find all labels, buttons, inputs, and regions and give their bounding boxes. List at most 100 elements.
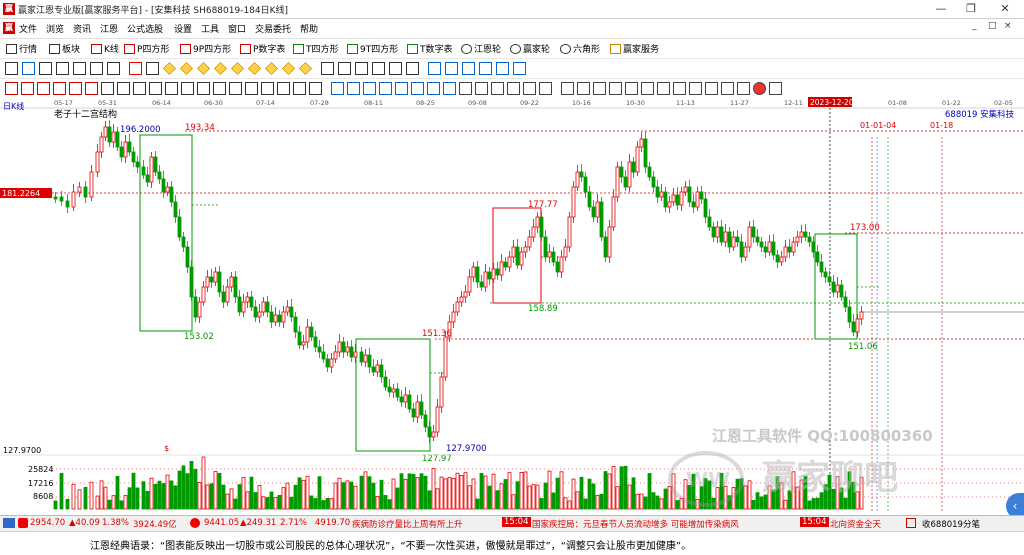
draw-tool-14-icon[interactable] [231, 62, 244, 75]
draw-tool-24-icon[interactable] [406, 62, 419, 75]
analysis-tool-44-icon[interactable] [705, 82, 718, 95]
draw-tool-30-icon[interactable] [513, 62, 526, 75]
news-ticker-2[interactable]: 国家疾控局：元旦春节人员流动增多 可能增加传染病风 [532, 518, 739, 530]
maximize-button[interactable]: ❐ [956, 0, 986, 18]
alert-icon[interactable] [906, 518, 916, 528]
analysis-tool-34-icon[interactable] [539, 82, 552, 95]
draw-tool-4-icon[interactable] [56, 62, 69, 75]
draw-tool-9-icon[interactable] [146, 62, 159, 75]
analysis-tool-18-icon[interactable] [277, 82, 290, 95]
draw-tool-19-icon[interactable] [321, 62, 334, 75]
toolbar-winner-wheel[interactable]: 赢家轮 [510, 42, 550, 55]
analysis-tool-32-icon[interactable] [507, 82, 520, 95]
analysis-tool-36-icon[interactable] [577, 82, 590, 95]
draw-tool-26-icon[interactable] [445, 62, 458, 75]
analysis-tool-24-icon[interactable] [379, 82, 392, 95]
analysis-tool-6-icon[interactable] [85, 82, 98, 95]
analysis-tool-23-icon[interactable] [363, 82, 376, 95]
menu-trade[interactable]: 交易委托 [255, 22, 291, 35]
menu-settings[interactable]: 设置 [174, 22, 192, 35]
draw-tool-13-icon[interactable] [214, 62, 227, 75]
draw-tool-28-icon[interactable] [479, 62, 492, 75]
menu-help[interactable]: 帮助 [300, 22, 318, 35]
draw-tool-2-icon[interactable] [22, 62, 35, 75]
analysis-tool-35-icon[interactable] [561, 82, 574, 95]
analysis-tool-7-icon[interactable] [101, 82, 114, 95]
analysis-tool-27-icon[interactable] [427, 82, 440, 95]
toolbar-p-square[interactable]: P四方形 [124, 42, 169, 55]
news-ticker-3[interactable]: 北向资金全天 [830, 518, 881, 530]
menu-formula[interactable]: 公式选股 [127, 22, 163, 35]
analysis-tool-21-icon[interactable] [331, 82, 344, 95]
toolbar-gann-wheel[interactable]: 江恩轮 [461, 42, 501, 55]
analysis-tool-26-icon[interactable] [411, 82, 424, 95]
mdi-restore-button[interactable]: □ [988, 21, 997, 31]
draw-tool-15-icon[interactable] [248, 62, 261, 75]
news-ticker-1[interactable]: 疾病防诊疗量比上周有所上升 [352, 518, 463, 530]
toolbar-9p-square[interactable]: 9P四方形 [180, 42, 231, 55]
menu-browse[interactable]: 浏览 [46, 22, 64, 35]
draw-tool-10-icon[interactable] [163, 62, 176, 75]
analysis-tool-25-icon[interactable] [395, 82, 408, 95]
analysis-tool-17-icon[interactable] [261, 82, 274, 95]
draw-tool-7-icon[interactable] [107, 62, 120, 75]
draw-tool-8-icon[interactable] [129, 62, 142, 75]
draw-tool-11-icon[interactable] [180, 62, 193, 75]
analysis-tool-13-icon[interactable] [197, 82, 210, 95]
sh-index-value[interactable]: 2954.70 [30, 518, 65, 528]
minimize-button[interactable]: — [926, 0, 956, 18]
draw-tool-12-icon[interactable] [197, 62, 210, 75]
draw-tool-22-icon[interactable] [372, 62, 385, 75]
analysis-tool-4-icon[interactable] [53, 82, 66, 95]
mdi-close-button[interactable]: × [1004, 21, 1012, 31]
toolbar-t-table[interactable]: T数字表 [407, 42, 453, 55]
toolbar-service[interactable]: 赢家服务 [610, 42, 659, 55]
analysis-tool-8-icon[interactable] [117, 82, 130, 95]
menu-tools[interactable]: 工具 [201, 22, 219, 35]
draw-tool-5-icon[interactable] [73, 62, 86, 75]
toolbar-sector[interactable]: 板块 [49, 42, 80, 55]
analysis-tool-22-icon[interactable] [347, 82, 360, 95]
toolbar-kline[interactable]: K线 [91, 42, 119, 55]
analysis-tool-10-icon[interactable] [149, 82, 162, 95]
analysis-tool-43-icon[interactable] [689, 82, 702, 95]
analysis-tool-2-icon[interactable] [21, 82, 34, 95]
draw-tool-20-icon[interactable] [338, 62, 351, 75]
analysis-tool-12-icon[interactable] [181, 82, 194, 95]
analysis-tool-9-icon[interactable] [133, 82, 146, 95]
analysis-tool-39-icon[interactable] [625, 82, 638, 95]
analysis-tool-16-icon[interactable] [245, 82, 258, 95]
analysis-tool-29-icon[interactable] [459, 82, 472, 95]
menu-file[interactable]: 文件 [19, 22, 37, 35]
toolbar-hexagon[interactable]: 六角形 [560, 42, 600, 55]
menu-info[interactable]: 资讯 [73, 22, 91, 35]
draw-tool-25-icon[interactable] [428, 62, 441, 75]
analysis-tool-1-icon[interactable] [5, 82, 18, 95]
draw-tool-29-icon[interactable] [496, 62, 509, 75]
analysis-tool-37-icon[interactable] [593, 82, 606, 95]
toolbar-9t-square[interactable]: 9T四方形 [347, 42, 398, 55]
draw-tool-21-icon[interactable] [355, 62, 368, 75]
draw-tool-1-icon[interactable] [5, 62, 18, 75]
draw-tool-3-icon[interactable] [39, 62, 52, 75]
analysis-tool-3-icon[interactable] [37, 82, 50, 95]
sz-index-value[interactable]: 9441.05 [204, 518, 239, 528]
draw-tool-27-icon[interactable] [462, 62, 475, 75]
analysis-tool-46-icon[interactable] [737, 82, 750, 95]
analysis-tool-20-icon[interactable] [309, 82, 322, 95]
menu-gann[interactable]: 江恩 [100, 22, 118, 35]
toolbar-p-table[interactable]: P数字表 [240, 42, 285, 55]
draw-tool-17-icon[interactable] [282, 62, 295, 75]
analysis-tool-15-icon[interactable] [229, 82, 242, 95]
analysis-tool-19-icon[interactable] [293, 82, 306, 95]
draw-tool-16-icon[interactable] [265, 62, 278, 75]
analysis-tool-42-icon[interactable] [673, 82, 686, 95]
kline-chart[interactable]: 05-17 05-31 06-14 06-30 07-14 07-28 08-11 08-25… [0, 97, 1024, 515]
draw-tool-6-icon[interactable] [90, 62, 103, 75]
menu-window[interactable]: 窗口 [228, 22, 246, 35]
side-panel-toggle-button[interactable]: ‹ [1006, 493, 1024, 515]
tick-detail-link[interactable]: 收688019分笔 [922, 518, 980, 530]
analysis-tool-11-icon[interactable] [165, 82, 178, 95]
analysis-tool-38-icon[interactable] [609, 82, 622, 95]
draw-tool-18-icon[interactable] [299, 62, 312, 75]
